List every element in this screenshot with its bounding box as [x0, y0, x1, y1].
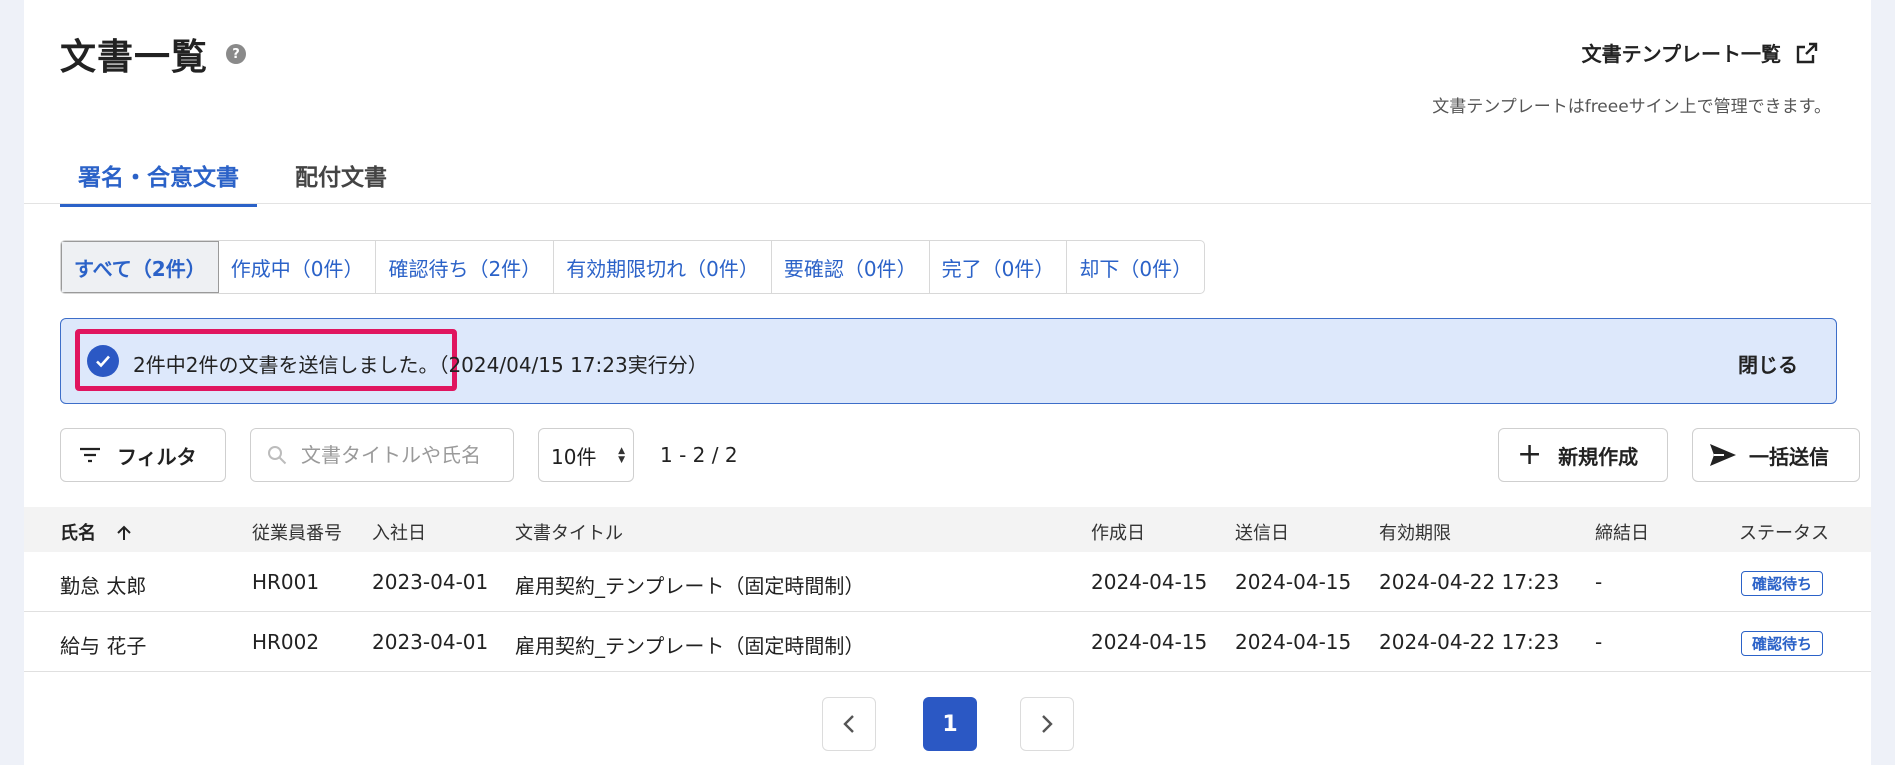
status-badge: 確認待ち — [1741, 571, 1824, 596]
page-button-current[interactable]: 1 — [923, 697, 977, 751]
document-tabs: 署名・合意文書 配付文書 — [60, 158, 425, 207]
help-icon[interactable]: ? — [226, 44, 247, 64]
bulk-send-label: 一括送信 — [1749, 444, 1829, 469]
banner-message: 2件中2件の文書を送信しました。（2024/04/15 17:23実行分） — [133, 349, 708, 378]
col-concluded: 締結日 — [1595, 523, 1649, 544]
template-list-label: 文書テンプレート一覧 — [1581, 42, 1781, 66]
col-status: ステータス — [1739, 523, 1829, 544]
banner-close-button[interactable]: 閉じる — [1738, 349, 1798, 378]
table-header: 氏名 従業員番号 入社日 文書タイトル 作成日 送信日 有効期限 締結日 ステー… — [24, 507, 1871, 552]
filter-icon — [80, 447, 100, 463]
cell-join-date: 2023-04-01 — [372, 630, 489, 654]
plus-icon: + — [1517, 437, 1543, 472]
new-document-label: 新規作成 — [1558, 444, 1639, 469]
banner-message-detail: （2024/04/15 17:23実行分） — [438, 353, 708, 377]
per-page-select[interactable]: 10件 ▲ ▼ — [538, 428, 634, 482]
col-join-date: 入社日 — [372, 523, 426, 544]
tabs-divider — [24, 203, 1871, 204]
template-list-link[interactable]: 文書テンプレート一覧 — [1582, 38, 1819, 67]
col-doc-title: 文書タイトル — [515, 523, 623, 544]
cell-expires: 2024-04-22 17:23 — [1379, 570, 1560, 594]
col-sent: 送信日 — [1235, 523, 1289, 544]
page-title: 文書一覧 — [60, 37, 209, 78]
external-link-icon — [1796, 42, 1818, 63]
col-expires: 有効期限 — [1379, 523, 1451, 544]
per-page-value: 10件 — [551, 444, 597, 469]
status-filter-group: すべて（2件） 作成中（0件） 確認待ち（2件） 有効期限切れ（0件） 要確認（… — [60, 240, 1206, 294]
cell-concluded: - — [1595, 630, 1603, 654]
table-row[interactable]: 給与 花子 HR002 2023-04-01 雇用契約_テンプレート（固定時間制… — [24, 612, 1871, 672]
filter-completed[interactable]: 完了（0件） — [930, 241, 1068, 293]
cell-join-date: 2023-04-01 — [372, 570, 489, 594]
table-row[interactable]: 勤怠 太郎 HR001 2023-04-01 雇用契約_テンプレート（固定時間制… — [24, 552, 1871, 612]
filter-button-label: フィルタ — [117, 444, 197, 469]
template-note: 文書テンプレートはfreeeサイン上で管理できます。 — [1432, 97, 1831, 117]
cell-employee-no: HR001 — [252, 570, 320, 594]
cell-created: 2024-04-15 — [1091, 570, 1208, 594]
cell-concluded: - — [1595, 570, 1603, 594]
search-input[interactable] — [301, 443, 501, 467]
chevron-right-icon — [1042, 715, 1053, 733]
filter-needs-review[interactable]: 要確認（0件） — [772, 241, 930, 293]
col-employee-no: 従業員番号 — [252, 523, 342, 544]
tab-signature-documents[interactable]: 署名・合意文書 — [60, 158, 257, 207]
cell-doc-title: 雇用契約_テンプレート（固定時間制） — [515, 574, 865, 598]
main-panel: 文書一覧 ? 文書テンプレート一覧 文書テンプレートはfreeeサイン上で管理で… — [24, 0, 1871, 765]
toolbar: フィルタ 10件 ▲▼ 1 - 2 / 2 + 新規作成 一括送信 — [60, 428, 1860, 482]
col-name-label: 氏名 — [60, 523, 96, 544]
status-badge: 確認待ち — [1741, 631, 1824, 656]
arrow-up-icon — [117, 525, 131, 540]
filter-all[interactable]: すべて（2件） — [61, 241, 219, 293]
new-document-button[interactable]: + 新規作成 — [1498, 428, 1668, 482]
search-box — [250, 428, 514, 482]
select-arrows-icon: ▲ ▼ — [618, 446, 625, 465]
cell-sent: 2024-04-15 — [1235, 570, 1352, 594]
cell-created: 2024-04-15 — [1091, 630, 1208, 654]
cell-name: 勤怠 太郎 — [60, 574, 147, 598]
filter-rejected[interactable]: 却下（0件） — [1067, 241, 1204, 293]
next-page-button[interactable] — [1020, 697, 1074, 751]
chevron-left-icon — [843, 715, 854, 733]
search-icon — [268, 446, 287, 465]
banner-message-text: 2件中2件の文書を送信しました。 — [133, 353, 439, 377]
title-row: 文書一覧 ? — [60, 28, 247, 80]
check-circle-icon — [87, 345, 119, 377]
result-range: 1 - 2 / 2 — [660, 443, 738, 467]
col-created: 作成日 — [1091, 523, 1145, 544]
cell-employee-no: HR002 — [252, 630, 320, 654]
cell-expires: 2024-04-22 17:23 — [1379, 630, 1560, 654]
filter-button[interactable]: フィルタ — [60, 428, 226, 482]
filter-draft[interactable]: 作成中（0件） — [219, 241, 377, 293]
cell-doc-title: 雇用契約_テンプレート（固定時間制） — [515, 634, 865, 658]
cell-name: 給与 花子 — [60, 634, 147, 658]
tab-distribution-documents[interactable]: 配付文書 — [277, 158, 405, 207]
filter-awaiting[interactable]: 確認待ち（2件） — [376, 241, 555, 293]
send-icon — [1710, 444, 1736, 466]
filter-expired[interactable]: 有効期限切れ（0件） — [554, 241, 772, 293]
prev-page-button[interactable] — [822, 697, 876, 751]
bulk-send-button[interactable]: 一括送信 — [1692, 428, 1860, 482]
success-banner: 2件中2件の文書を送信しました。（2024/04/15 17:23実行分） 閉じ… — [60, 318, 1837, 404]
cell-sent: 2024-04-15 — [1235, 630, 1352, 654]
col-name[interactable]: 氏名 — [60, 519, 132, 545]
